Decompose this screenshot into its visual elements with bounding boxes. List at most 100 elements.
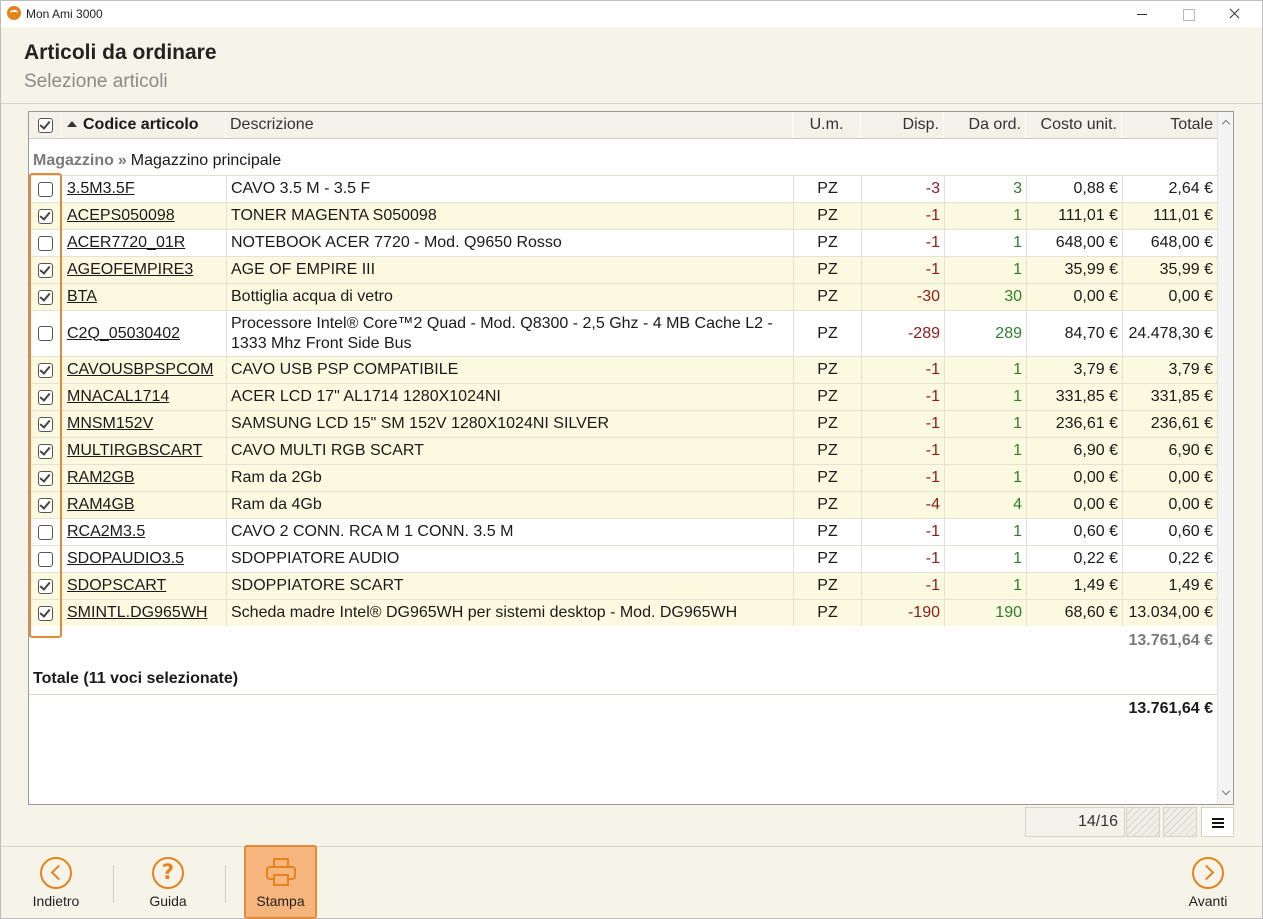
table-row[interactable]: C2Q_05030402 Processore Intel® Core™2 Qua… xyxy=(29,310,1217,356)
menu-hamburger-icon[interactable] xyxy=(1201,807,1234,837)
cell-disp: -30 xyxy=(861,284,944,310)
row-checkbox[interactable] xyxy=(38,289,53,305)
row-checkbox[interactable] xyxy=(38,551,53,567)
row-checkbox[interactable] xyxy=(38,389,53,405)
table-row[interactable]: MULTIRGBSCART CAVO MULTI RGB SCART PZ -1 1 6,… xyxy=(29,437,1217,464)
cell-select xyxy=(29,600,62,626)
row-checkbox[interactable] xyxy=(38,524,53,540)
cell-totale: 35,99 € xyxy=(1122,257,1217,283)
cell-description: CAVO USB PSP COMPATIBILE xyxy=(226,357,793,383)
cell-description: SDOPPIATORE AUDIO xyxy=(226,546,793,572)
cell-select xyxy=(29,357,62,383)
cell-code[interactable]: BTA xyxy=(62,284,226,310)
row-checkbox[interactable] xyxy=(38,416,53,432)
print-button[interactable]: Stampa xyxy=(244,845,317,919)
minimize-button[interactable] xyxy=(1119,1,1165,27)
cell-code[interactable]: MNSM152V xyxy=(62,411,226,437)
cell-um: PZ xyxy=(793,465,861,491)
table-row[interactable]: MNSM152V SAMSUNG LCD 15" SM 152V 1280X102… xyxy=(29,410,1217,437)
column-header-um[interactable]: U.m. xyxy=(793,112,861,138)
cell-um: PZ xyxy=(793,519,861,545)
cell-um: PZ xyxy=(793,546,861,572)
cell-code[interactable]: RCA2M3.5 xyxy=(62,519,226,545)
cell-da-ord: 1 xyxy=(944,357,1026,383)
column-header-code[interactable]: Codice articolo xyxy=(62,112,226,138)
column-header-disp[interactable]: Disp. xyxy=(861,112,944,138)
cell-um: PZ xyxy=(793,411,861,437)
disabled-tool-button xyxy=(1163,807,1197,837)
select-all-checkbox[interactable] xyxy=(38,118,53,133)
cell-disp: -1 xyxy=(861,546,944,572)
column-header-totale[interactable]: Totale xyxy=(1122,112,1217,138)
row-checkbox[interactable] xyxy=(38,470,53,486)
app-logo-icon xyxy=(7,6,21,20)
cell-code[interactable]: MULTIRGBSCART xyxy=(62,438,226,464)
table-row[interactable]: RAM2GB Ram da 2Gb PZ -1 1 0,00 €0,00 € xyxy=(29,464,1217,491)
table-row[interactable]: ACER7720_01R NOTEBOOK ACER 7720 - Mod. Q9… xyxy=(29,229,1217,256)
cell-code[interactable]: RAM2GB xyxy=(62,465,226,491)
row-checkbox[interactable] xyxy=(38,362,53,378)
cell-code[interactable]: SMINTL.DG965WH xyxy=(62,600,226,626)
cell-select xyxy=(29,311,62,356)
scroll-down-arrow-icon[interactable] xyxy=(1221,786,1231,796)
table-row[interactable]: ACEPS050098 TONER MAGENTA S050098 PZ -1 1 111… xyxy=(29,202,1217,229)
group-separator: » xyxy=(117,152,127,169)
cell-select xyxy=(29,230,62,256)
cell-da-ord: 1 xyxy=(944,203,1026,229)
table-row[interactable]: BTA Bottiglia acqua di vetro PZ -30 30 0,00 €… xyxy=(29,283,1217,310)
back-button[interactable]: Indietro xyxy=(23,847,89,918)
table-row[interactable]: MNACAL1714 ACER LCD 17" AL1714 1280X1024N… xyxy=(29,383,1217,410)
cell-code[interactable]: 3.5M3.5F xyxy=(62,176,226,202)
table-row[interactable]: SDOPAUDIO3.5 SDOPPIATORE AUDIO PZ -1 1 0,22 €… xyxy=(29,545,1217,572)
cell-code[interactable]: RAM4GB xyxy=(62,492,226,518)
column-header-description[interactable]: Descrizione xyxy=(226,112,793,138)
row-checkbox[interactable] xyxy=(38,326,53,341)
column-header-da-ord[interactable]: Da ord. xyxy=(944,112,1026,138)
print-button-label: Stampa xyxy=(256,893,305,909)
next-button[interactable]: Avanti xyxy=(1175,847,1241,918)
row-checkbox[interactable] xyxy=(38,605,53,621)
table-row[interactable]: SMINTL.DG965WH Scheda madre Intel® DG965W… xyxy=(29,599,1217,626)
table-row[interactable]: SDOPSCART SDOPPIATORE SCART PZ -1 1 1,49 €1,4… xyxy=(29,572,1217,599)
cell-code[interactable]: ACER7720_01R xyxy=(62,230,226,256)
table-row[interactable]: RAM4GB Ram da 4Gb PZ -4 4 0,00 €0,00 € xyxy=(29,491,1217,518)
scroll-up-arrow-icon[interactable] xyxy=(1221,119,1231,129)
cell-totale: 24.478,30 € xyxy=(1122,311,1217,356)
cell-code[interactable]: SDOPAUDIO3.5 xyxy=(62,546,226,572)
select-all-header[interactable] xyxy=(29,112,62,138)
cell-description: CAVO 2 CONN. RCA M 1 CONN. 3.5 M xyxy=(226,519,793,545)
row-checkbox[interactable] xyxy=(38,181,53,197)
cell-code[interactable]: CAVOUSBPSPCOM xyxy=(62,357,226,383)
toolbar-separator xyxy=(225,865,226,903)
row-checkbox[interactable] xyxy=(38,497,53,513)
row-checkbox[interactable] xyxy=(38,235,53,251)
column-header-costo[interactable]: Costo unit. xyxy=(1026,112,1122,138)
maximize-button[interactable] xyxy=(1165,1,1211,27)
row-checkbox[interactable] xyxy=(38,578,53,594)
vertical-scrollbar[interactable] xyxy=(1217,112,1233,804)
table-row[interactable]: RCA2M3.5 CAVO 2 CONN. RCA M 1 CONN. 3.5 M… xyxy=(29,518,1217,545)
table-row[interactable]: 3.5M3.5F CAVO 3.5 M - 3.5 F PZ -3 3 0,88 €2,6… xyxy=(29,175,1217,202)
help-button[interactable]: ? Guida xyxy=(135,847,201,918)
cell-code[interactable]: SDOPSCART xyxy=(62,573,226,599)
row-checkbox[interactable] xyxy=(38,208,53,224)
cell-um: PZ xyxy=(793,384,861,410)
window-titlebar: Mon Ami 3000 xyxy=(1,1,1262,27)
table-row[interactable]: AGEOFEMPIRE3 AGE OF EMPIRE III PZ -1 1 35,99 … xyxy=(29,256,1217,283)
cell-description: SAMSUNG LCD 15" SM 152V 1280X1024NI SILV… xyxy=(226,411,793,437)
cell-costo: 331,85 € xyxy=(1026,384,1122,410)
cell-code[interactable]: AGEOFEMPIRE3 xyxy=(62,257,226,283)
table-row[interactable]: CAVOUSBPSPCOM CAVO USB PSP COMPATIBILE PZ -… xyxy=(29,356,1217,383)
row-checkbox[interactable] xyxy=(38,443,53,459)
cell-disp: -1 xyxy=(861,230,944,256)
group-label: Magazzino» Magazzino principale xyxy=(33,152,281,170)
chevron-right-icon xyxy=(1192,857,1224,889)
row-checkbox[interactable] xyxy=(38,262,53,278)
cell-code[interactable]: MNACAL1714 xyxy=(62,384,226,410)
close-button[interactable] xyxy=(1211,1,1257,27)
cell-costo: 0,88 € xyxy=(1026,176,1122,202)
cell-code[interactable]: C2Q_05030402 xyxy=(62,311,226,356)
total-label: Totale (11 voci selezionate) xyxy=(33,670,239,687)
cell-disp: -1 xyxy=(861,384,944,410)
cell-code[interactable]: ACEPS050098 xyxy=(62,203,226,229)
